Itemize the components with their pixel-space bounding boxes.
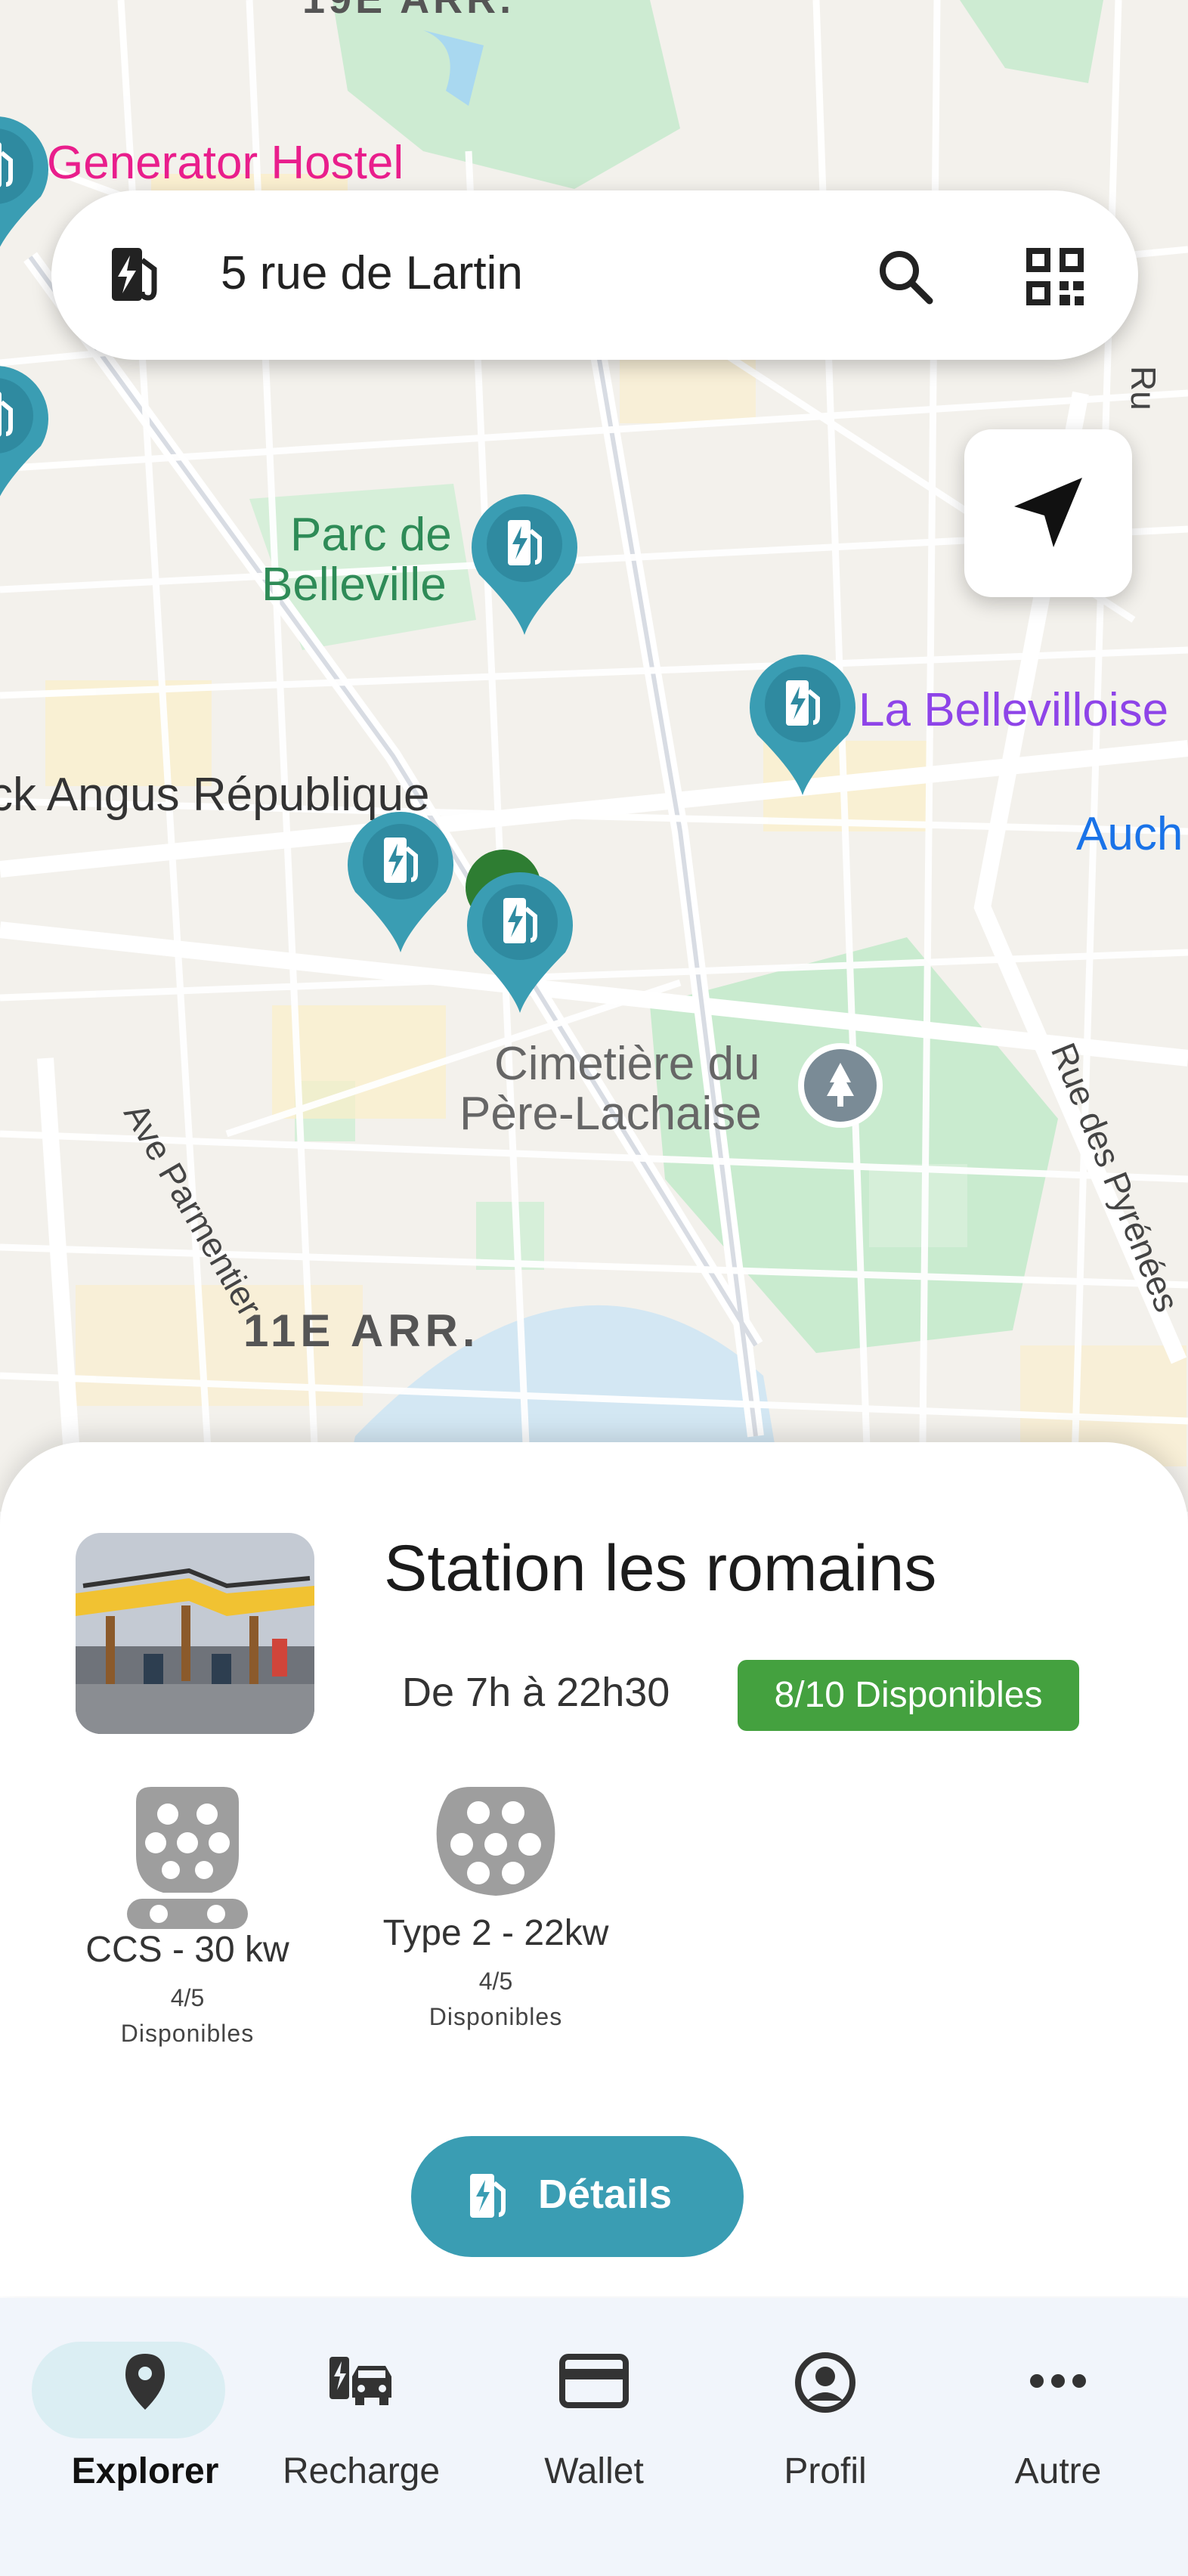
station-pin[interactable] bbox=[0, 355, 56, 514]
map-label-11e: 11E ARR. bbox=[243, 1305, 480, 1356]
connector-name: CCS - 30 kw bbox=[85, 1930, 289, 1970]
connector-ccs[interactable]: CCS - 30 kw 4/5 Disponibles bbox=[76, 1787, 299, 2048]
bottom-nav: Explorer Recharge Wallet Profil Autre bbox=[0, 2298, 1188, 2576]
location-pin-icon bbox=[39, 2351, 251, 2415]
qr-code-icon[interactable] bbox=[1026, 248, 1084, 309]
station-sheet: Station les romains De 7h à 22h30 8/10 D… bbox=[0, 1442, 1188, 2296]
nav-label: Explorer bbox=[71, 2451, 219, 2491]
map-label-parc-1[interactable]: Parc de bbox=[290, 508, 452, 562]
map-label-auchan[interactable]: Auch bbox=[1076, 807, 1183, 861]
station-pin[interactable] bbox=[459, 862, 580, 1020]
connector-status: Disponibles bbox=[428, 2003, 563, 2030]
more-icon bbox=[952, 2351, 1164, 2415]
card-icon bbox=[488, 2351, 700, 2415]
details-button[interactable]: Détails bbox=[411, 2136, 744, 2257]
search-input[interactable]: 5 rue de Lartin bbox=[221, 246, 523, 300]
connector-count: 4/5 bbox=[478, 1968, 513, 1995]
account-icon bbox=[719, 2351, 931, 2418]
map-label-generator-hostel[interactable]: Generator Hostel bbox=[47, 136, 404, 190]
nav-item-autre[interactable]: Autre bbox=[952, 2321, 1164, 2517]
connector-status: Disponibles bbox=[120, 2020, 255, 2047]
connector-count: 4/5 bbox=[170, 1984, 205, 2011]
connector-name: Type 2 - 22kw bbox=[382, 1913, 609, 1953]
map-label-19e: 19E ARR. bbox=[302, 0, 515, 23]
station-pin[interactable] bbox=[742, 644, 863, 803]
tree-icon[interactable] bbox=[798, 1043, 883, 1128]
map-label-ru: Ru bbox=[1124, 366, 1163, 410]
locate-button[interactable] bbox=[964, 429, 1132, 597]
map-label-la-bellevilloise[interactable]: La Bellevilloise bbox=[859, 683, 1168, 737]
search-bar[interactable]: 5 rue de Lartin bbox=[51, 190, 1138, 360]
nav-label: Autre bbox=[1014, 2451, 1102, 2491]
ev-station-icon bbox=[466, 2171, 514, 2226]
station-pin[interactable] bbox=[340, 801, 461, 960]
station-pin[interactable] bbox=[0, 106, 56, 265]
nav-label: Profil bbox=[784, 2451, 867, 2491]
nav-label: Recharge bbox=[282, 2451, 441, 2491]
map-label-cimetiere-1[interactable]: Cimetière du bbox=[494, 1037, 760, 1091]
type2-connector-icon bbox=[375, 1787, 617, 1912]
navigation-arrow-icon bbox=[1014, 478, 1082, 547]
connector-type2[interactable]: Type 2 - 22kw 4/5 Disponibles bbox=[375, 1787, 617, 2031]
car-charging-icon bbox=[255, 2351, 467, 2415]
details-label: Détails bbox=[538, 2172, 673, 2217]
availability-badge: 8/10 Disponibles bbox=[738, 1660, 1079, 1731]
nav-item-recharge[interactable]: Recharge bbox=[255, 2321, 467, 2517]
map-label-parc-2[interactable]: Belleville bbox=[261, 558, 447, 611]
station-photo[interactable] bbox=[76, 1533, 314, 1734]
ev-station-icon bbox=[104, 243, 168, 311]
search-icon[interactable] bbox=[874, 245, 937, 312]
ccs-connector-icon bbox=[76, 1787, 299, 1929]
station-pin[interactable] bbox=[464, 484, 585, 642]
nav-label: Wallet bbox=[544, 2451, 644, 2491]
station-name: Station les romains bbox=[384, 1532, 937, 1605]
map-label-cimetiere-2[interactable]: Père-Lachaise bbox=[459, 1087, 762, 1141]
station-hours: De 7h à 22h30 bbox=[402, 1670, 670, 1715]
nav-item-explorer[interactable]: Explorer bbox=[32, 2321, 251, 2517]
nav-item-wallet[interactable]: Wallet bbox=[488, 2321, 700, 2517]
nav-item-profil[interactable]: Profil bbox=[719, 2321, 931, 2517]
